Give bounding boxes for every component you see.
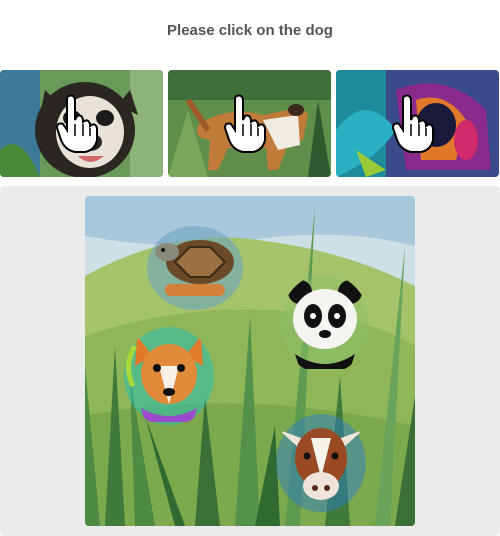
captcha-instruction: Please click on the dog — [167, 22, 333, 39]
example-dog-image-2 — [168, 70, 331, 177]
pointer-hand-icon — [391, 94, 434, 153]
cow-option[interactable] — [275, 408, 367, 513]
pointer-hand-icon — [55, 94, 98, 153]
turtle-option[interactable] — [145, 222, 245, 312]
example-dog-image-3 — [336, 70, 499, 177]
pointer-hand-icon — [223, 94, 266, 153]
dog-option[interactable] — [123, 326, 215, 426]
panda-option[interactable] — [280, 274, 370, 374]
challenge-panel — [0, 186, 500, 536]
example-dog-image-1 — [0, 70, 163, 177]
example-images — [0, 70, 500, 177]
challenge-image[interactable] — [85, 196, 415, 526]
